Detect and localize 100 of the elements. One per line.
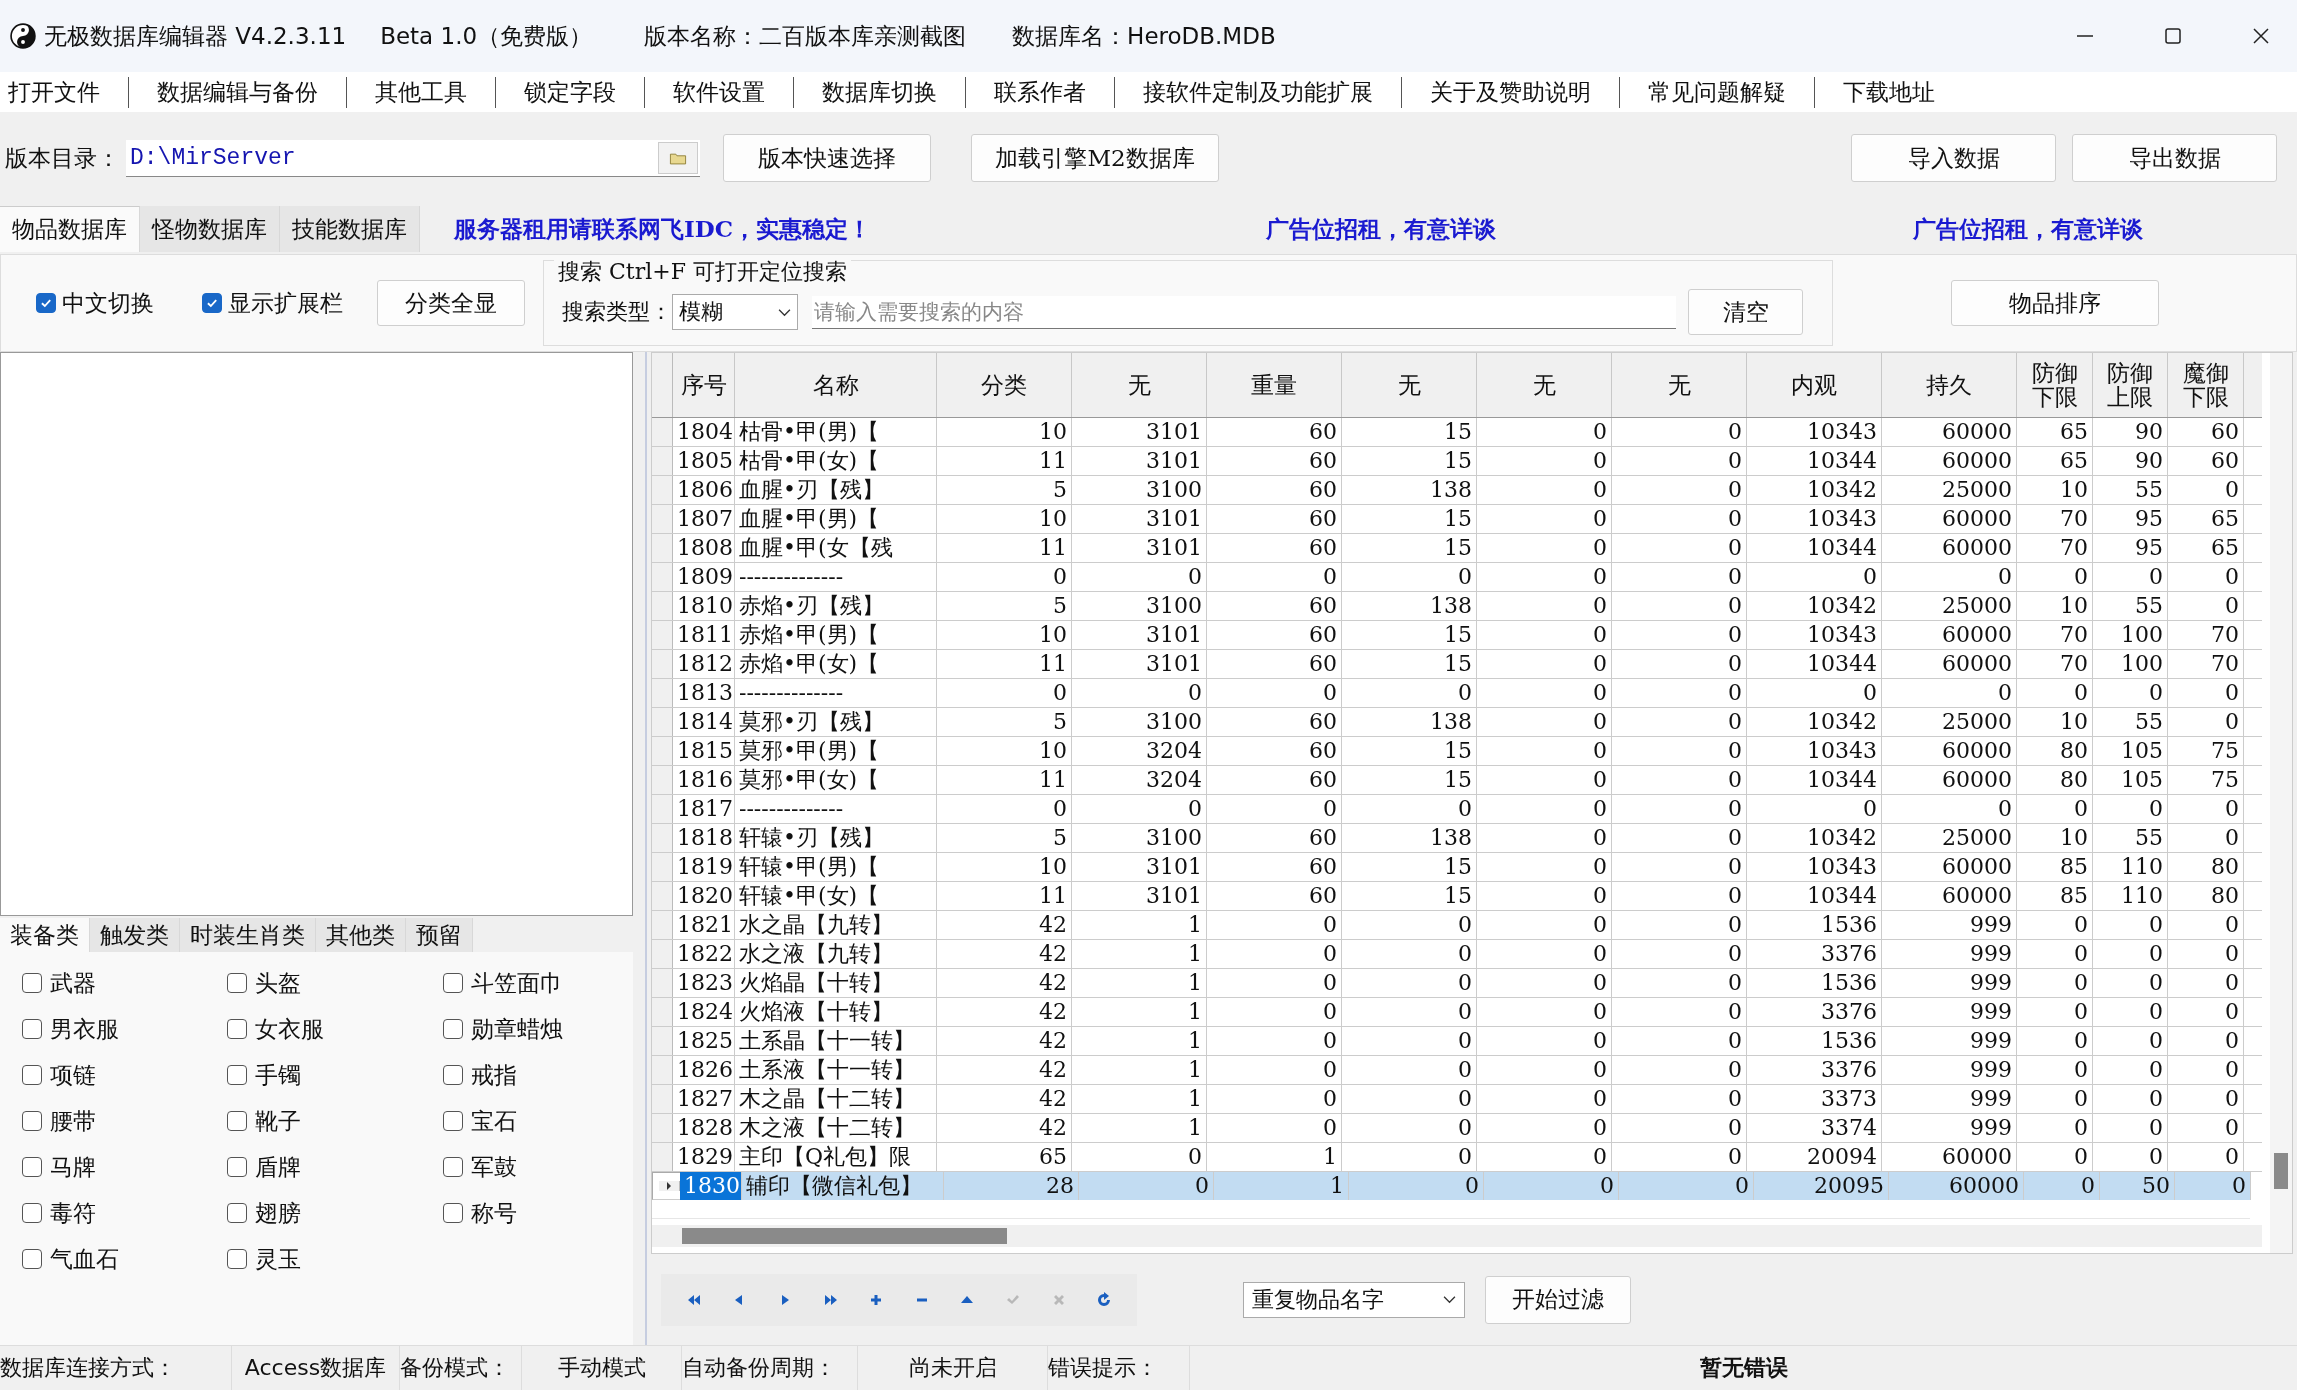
table-cell: 60 <box>1207 592 1342 620</box>
table-cell: 10 <box>2017 708 2093 736</box>
table-cell: 11 <box>937 766 1072 794</box>
column-header[interactable]: 序号 <box>673 353 735 417</box>
version-name: 版本名称：二百版本库亲测截图 <box>644 21 967 51</box>
table-cell: 1536 <box>1747 911 1882 939</box>
table-cell: 60000 <box>1882 534 2017 562</box>
column-header[interactable]: 名称 <box>735 353 937 417</box>
category-tab[interactable]: 时装生肖类 <box>180 918 316 952</box>
menu-item[interactable]: 常见问题解疑 <box>1619 76 1814 108</box>
menu-item[interactable]: 下载地址 <box>1814 76 1963 108</box>
table-cell: 80 <box>2168 882 2244 910</box>
table-cell: 42 <box>937 940 1072 968</box>
category-tab[interactable]: 其他类 <box>316 918 406 952</box>
table-cell: 1810 <box>673 592 735 620</box>
filter-dropdown[interactable]: 重复物品名字 <box>1243 1281 1465 1318</box>
table-cell: 10342 <box>1747 708 1882 736</box>
tab[interactable]: 物品数据库 <box>0 206 140 252</box>
table-cell: 0 <box>2168 563 2244 591</box>
menu-item[interactable]: 其他工具 <box>346 76 495 108</box>
table-cell: 60 <box>1207 824 1342 852</box>
menu-item[interactable]: 接软件定制及功能扩展 <box>1114 76 1401 108</box>
search-type-label: 搜索类型： <box>561 298 672 326</box>
table-cell: 0 <box>1072 795 1207 823</box>
table-cell: 999 <box>1882 1056 2017 1084</box>
table-cell: 0 <box>1612 1027 1747 1055</box>
table-cell: 0 <box>1342 679 1477 707</box>
menu-item[interactable]: 关于及赞助说明 <box>1401 76 1619 108</box>
table-cell: 1 <box>1072 940 1207 968</box>
column-header[interactable]: 魔御下限 <box>2168 353 2244 417</box>
column-header[interactable]: 无 <box>1612 353 1747 417</box>
filter-button[interactable]: 开始过滤 <box>1485 1275 1631 1324</box>
category-tab[interactable]: 装备类 <box>0 918 90 952</box>
column-header[interactable]: 内观 <box>1747 353 1882 417</box>
table-cell: 0 <box>1612 1114 1747 1142</box>
table-cell: 主印【Q礼包】限 <box>735 1143 937 1171</box>
status-label: 错误提示： <box>1048 1346 1190 1390</box>
column-header[interactable]: 持久 <box>1882 353 2017 417</box>
search-field[interactable]: 请输入需要搜索的内容 <box>812 295 1676 329</box>
table-cell: 1812 <box>673 650 735 678</box>
tab[interactable]: 技能数据库 <box>280 206 420 252</box>
table-cell: 1811 <box>673 621 735 649</box>
column-header[interactable]: 无 <box>1477 353 1612 417</box>
clear-button[interactable]: 清空 <box>1688 289 1803 335</box>
table-cell: 土系晶【十一转】 <box>735 1027 937 1055</box>
table-cell: 0 <box>1207 563 1342 591</box>
table-cell: 60 <box>1207 882 1342 910</box>
menu-item[interactable]: 打开文件 <box>8 76 128 108</box>
menu-item[interactable]: 数据库切换 <box>793 76 965 108</box>
column-header[interactable]: 防御上限 <box>2093 353 2168 417</box>
table-cell: 10343 <box>1747 621 1882 649</box>
load-database-button[interactable]: 加载引擎M2数据库 <box>971 134 1219 182</box>
table-cell: 0 <box>1477 476 1612 504</box>
search-type-dropdown[interactable]: 模糊 <box>672 294 798 330</box>
table-cell: 105 <box>2093 766 2168 794</box>
column-header[interactable]: 防御下限 <box>2017 353 2093 417</box>
table-cell: 0 <box>1072 679 1207 707</box>
table-cell: 0 <box>1747 795 1882 823</box>
tab[interactable]: 怪物数据库 <box>140 206 280 252</box>
column-header[interactable]: 分类 <box>937 353 1072 417</box>
table-cell: 0 <box>1612 1056 1747 1084</box>
table-cell: 1 <box>1072 1085 1207 1113</box>
quick-select-button[interactable]: 版本快速选择 <box>723 134 931 182</box>
show-all-button[interactable]: 分类全显 <box>377 280 525 326</box>
category-tab[interactable]: 预留 <box>406 918 473 952</box>
table-cell: 0 <box>1477 1143 1612 1171</box>
column-header[interactable]: 重量 <box>1207 353 1342 417</box>
category-tab[interactable]: 触发类 <box>90 918 180 952</box>
table-cell: 0 <box>2017 998 2093 1026</box>
menu-item[interactable]: 锁定字段 <box>495 76 644 108</box>
table-cell: 10344 <box>1747 650 1882 678</box>
table-cell: 1809 <box>673 563 735 591</box>
table-cell: 0 <box>1619 1172 1754 1200</box>
export-button[interactable]: 导出数据 <box>2072 134 2277 182</box>
status-label: 备份模式： <box>400 1346 522 1390</box>
sort-button[interactable]: 物品排序 <box>1951 280 2159 326</box>
table-cell: 85 <box>2017 853 2093 881</box>
table-cell: 0 <box>1612 476 1747 504</box>
table-cell: 3100 <box>1072 708 1207 736</box>
import-button[interactable]: 导入数据 <box>1851 134 2056 182</box>
menu-item[interactable]: 软件设置 <box>644 76 793 108</box>
table-cell: 60000 <box>1882 737 2017 765</box>
column-header[interactable]: 无 <box>1072 353 1207 417</box>
table-cell: 0 <box>1349 1172 1484 1200</box>
menu-item[interactable]: 联系作者 <box>965 76 1114 108</box>
table-cell: 95 <box>2093 534 2168 562</box>
table-cell: 1822 <box>673 940 735 968</box>
checkbox-label: 马牌 <box>50 1152 96 1182</box>
table-cell: 0 <box>1477 853 1612 881</box>
checkbox-label: 毒符 <box>50 1198 96 1228</box>
column-header[interactable]: 无 <box>1342 353 1477 417</box>
table-cell: 10342 <box>1747 824 1882 852</box>
table-cell: 1814 <box>673 708 735 736</box>
menu-item[interactable]: 数据编辑与备份 <box>128 76 346 108</box>
table-cell: 3100 <box>1072 476 1207 504</box>
table-cell: 65 <box>937 1143 1072 1171</box>
table-cell: 42 <box>937 969 1072 997</box>
table-cell: 0 <box>1342 940 1477 968</box>
table-cell: 3373 <box>1747 1085 1882 1113</box>
directory-field[interactable]: D:\MirServer <box>126 139 700 177</box>
